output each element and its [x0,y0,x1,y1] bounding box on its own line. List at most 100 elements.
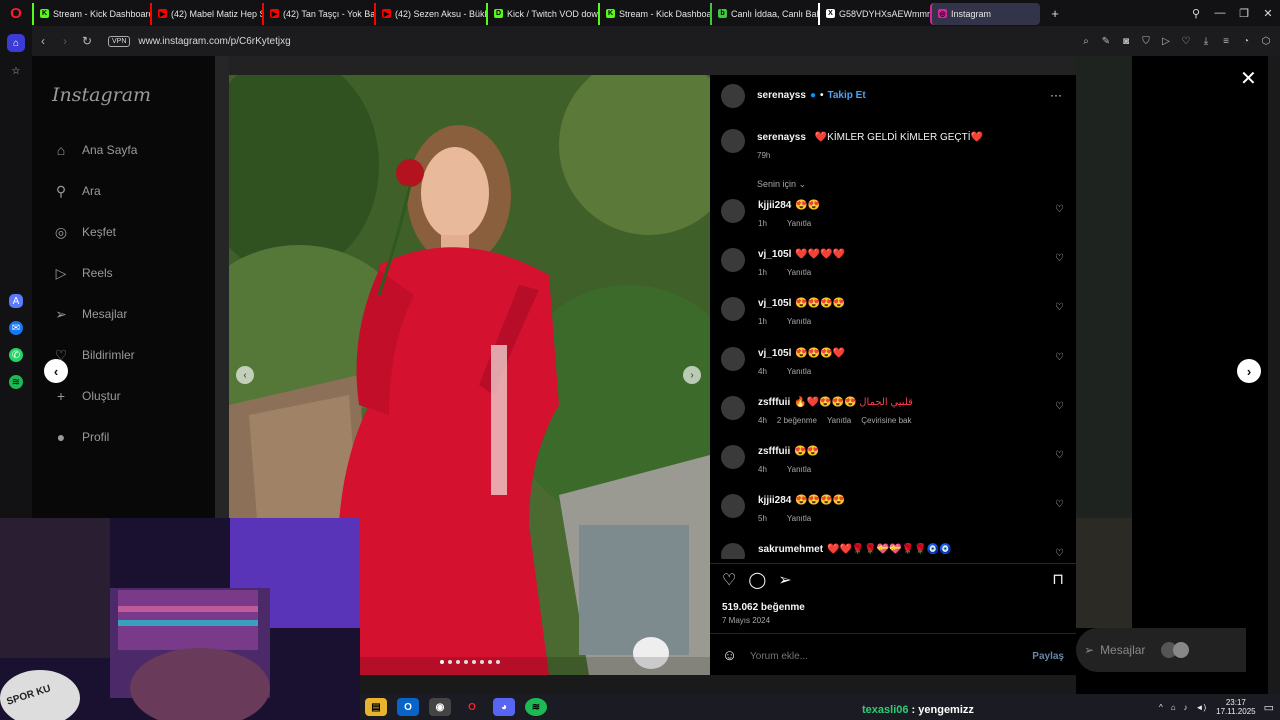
commenter-username[interactable]: kjjii284 [758,200,791,211]
lens-icon[interactable]: ⌕ [1076,36,1096,47]
comment-like-icon[interactable]: ♡ [1055,253,1064,264]
commenter-avatar[interactable] [721,248,745,273]
page-scrollbar[interactable] [1268,56,1280,694]
translate-button[interactable]: Çevirisine bak [861,416,911,425]
shield-icon[interactable]: ⛉ [1136,36,1156,47]
bookmark-icon[interactable]: ☆ [7,62,25,80]
prev-post-button[interactable]: ‹ [44,359,68,383]
restore-button[interactable]: ❐ [1232,7,1256,20]
share-icon[interactable]: ➢ [778,570,791,590]
ig-nav-item[interactable]: ▷ Reels [52,264,113,282]
messenger-icon[interactable]: ✉ [9,321,23,335]
minimize-button[interactable]: — [1208,7,1232,19]
commenter-username[interactable]: kjjii284 [758,495,791,506]
reload-button[interactable]: ↻ [76,34,98,48]
whatsapp-icon[interactable]: ✆ [9,348,23,362]
author-username[interactable]: serenayss [757,90,806,101]
ig-nav-item[interactable]: ◎ Keşfet [52,223,116,241]
opera-menu-icon[interactable]: O [0,0,32,26]
volume-icon[interactable]: ◄) [1196,703,1207,712]
reply-button[interactable]: Yanıtla [787,317,811,326]
follow-button[interactable]: Takip Et [828,90,866,101]
download-icon[interactable]: ⤓ [1196,36,1216,47]
commenter-username[interactable]: vj_105l [758,348,791,359]
instagram-logo[interactable]: Instagram [52,84,151,106]
commenter-username[interactable]: vj_105l [758,249,791,260]
camera-icon[interactable]: ◙ [1116,36,1136,47]
mic-icon[interactable]: ♪ [1184,703,1188,712]
comment-like-icon[interactable]: ♡ [1055,450,1064,461]
post-comment-button[interactable]: Paylaş [1032,651,1064,662]
reply-button[interactable]: Yanıtla [827,416,851,425]
comment-like-icon[interactable]: ♡ [1055,302,1064,313]
commenter-avatar[interactable] [721,445,745,469]
ig-nav-item[interactable]: ⚲ Ara [52,182,101,200]
ig-nav-item[interactable]: + Oluştur [52,387,121,405]
save-icon[interactable]: ⊓ [1052,570,1064,588]
outlook-icon[interactable]: O [397,698,419,716]
menu-icon[interactable]: ≡ [1216,36,1236,47]
ig-nav-item[interactable]: ➢ Mesajlar [52,305,127,323]
play-icon[interactable]: ▷ [1156,36,1176,47]
comment-likes[interactable]: 2 beğenme [777,416,817,425]
spotify-icon[interactable]: ≋ [525,698,547,716]
commenter-avatar[interactable] [721,297,745,322]
like-count[interactable]: 519.062 beğenme [722,602,805,613]
browser-tab[interactable]: ▶ (42) Tan Taşçı - Yok Başka [262,2,374,25]
browser-tab[interactable]: ▶ (42) Sezen Aksu - Büklüm [374,2,486,25]
reply-button[interactable]: Yanıtla [787,514,811,523]
commenter-username[interactable]: vj_105l [758,298,791,309]
comment-like-icon[interactable]: ♡ [1055,499,1064,510]
notification-icon[interactable]: ▭ [1264,701,1274,714]
comment-like-icon[interactable]: ♡ [1055,401,1064,412]
browser-tab[interactable]: ▶ (42) Mabel Matiz Hep Sonra [150,2,262,25]
more-options-icon[interactable]: ··· [1050,88,1062,102]
reply-button[interactable]: Yanıtla [787,367,811,376]
extensions-icon[interactable]: ⬡ [1256,36,1276,47]
commenter-avatar[interactable] [721,494,745,519]
carousel-next-button[interactable]: › [683,366,701,384]
home-icon[interactable]: ⌂ [7,34,25,52]
author-avatar[interactable] [721,84,745,108]
profile-icon[interactable]: ◔ [1236,36,1256,47]
commenter-avatar[interactable] [721,543,745,559]
caption-avatar[interactable] [721,129,745,153]
aria-icon[interactable]: A [9,294,23,308]
forward-button[interactable]: › [54,34,76,48]
browser-tab[interactable]: X G58VDYHXsAEWmmr (11 [818,2,930,25]
network-icon[interactable]: ⌂ [1171,703,1176,712]
emoji-icon[interactable]: ☺ [722,647,737,664]
spotify-icon[interactable]: ≋ [9,375,23,389]
obs-icon[interactable]: ◉ [429,698,451,716]
browser-tab[interactable]: b Canlı İddaa, Canlı Bahis & [710,2,818,25]
reply-button[interactable]: Yanıtla [787,219,811,228]
commenter-avatar[interactable] [721,395,745,420]
close-window-button[interactable]: ✕ [1256,7,1280,20]
comment-sort-dropdown[interactable]: Senin için ⌄ [757,179,806,190]
tab-search-icon[interactable]: ⚲ [1184,7,1208,20]
tray-expand-icon[interactable]: ^ [1159,703,1163,712]
comment-like-icon[interactable]: ♡ [1055,352,1064,363]
browser-tab[interactable]: ◎ Instagram [930,2,1040,25]
comment-input[interactable] [750,647,1010,665]
close-icon[interactable]: ✕ [1240,66,1257,91]
commenter-username[interactable]: sakrumehmet [758,544,823,555]
commenter-username[interactable]: zsfffuii [758,397,790,408]
browser-tab[interactable]: K Stream - Kick Dashboard [598,2,710,25]
messages-pill[interactable]: ➢ Mesajlar [1076,628,1246,672]
vpn-badge[interactable]: VPN [108,35,131,47]
browser-tab[interactable]: D Kick / Twitch VOD downlo [486,2,598,25]
comment-icon[interactable]: ◯ [748,570,766,590]
heart-icon[interactable]: ♡ [1176,36,1196,47]
file-explorer-icon[interactable]: ▤ [365,698,387,716]
edit-icon[interactable]: ✎ [1096,36,1116,47]
ig-nav-item[interactable]: ♡ Bildirimler [52,346,135,364]
like-icon[interactable]: ♡ [722,570,736,590]
reply-button[interactable]: Yanıtla [787,268,811,277]
caption-username[interactable]: serenayss [757,132,806,143]
commenter-avatar[interactable] [721,346,745,371]
reply-button[interactable]: Yanıtla [787,465,811,474]
url-field[interactable]: www.instagram.com/p/C6rKytetjxg [138,36,290,47]
back-button[interactable]: ‹ [32,34,54,48]
ig-nav-item[interactable]: ● Profil [52,428,110,446]
